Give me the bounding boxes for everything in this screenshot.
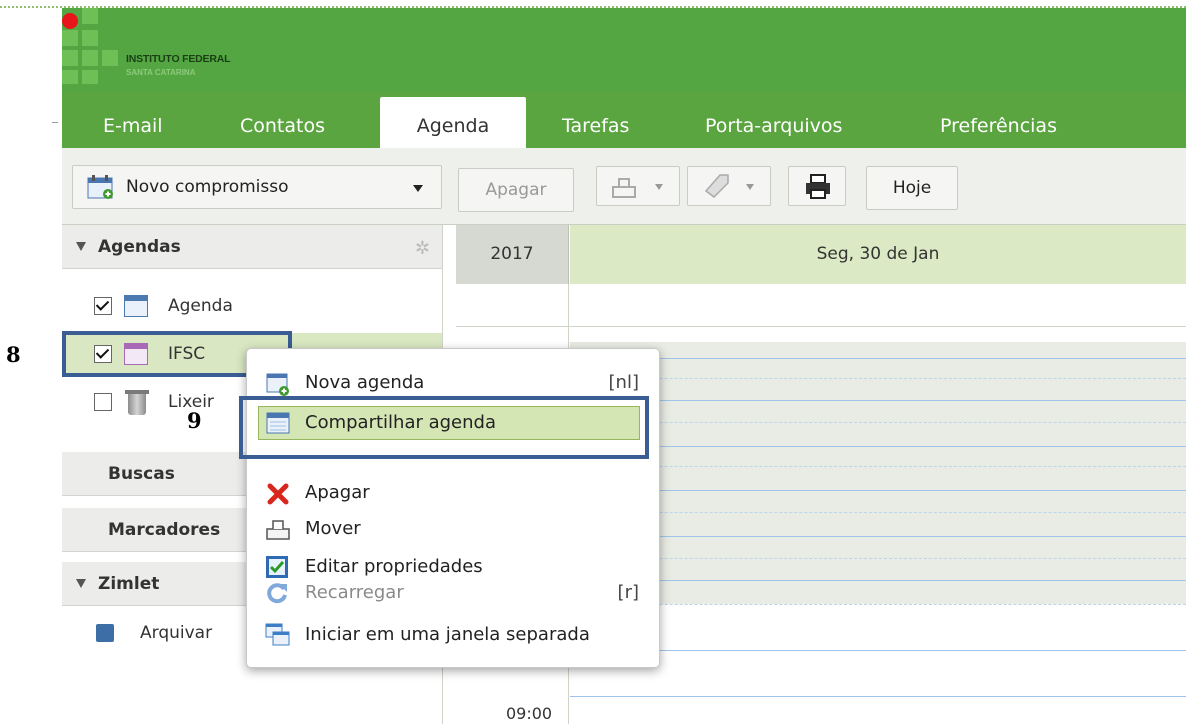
calendar-day-header[interactable]: Seg, 30 de Jan	[570, 225, 1186, 284]
menu-item-label: Recarregar	[305, 582, 404, 603]
calendar-year: 2017	[456, 225, 569, 284]
hour-line	[570, 580, 1186, 581]
sidebar-item-label: Agenda	[168, 296, 233, 316]
callout-number-9: 9	[187, 408, 202, 433]
today-button[interactable]: Hoje	[866, 166, 958, 210]
time-label-0900: 09:00	[506, 704, 553, 723]
tab-tasks[interactable]: Tarefas	[562, 97, 629, 148]
menu-item-shortcut: [r]	[617, 582, 639, 603]
agendas-section-header[interactable]: Agendas ✲	[62, 225, 442, 269]
tags-header-label: Marcadores	[108, 520, 221, 540]
new-appointment-label: Novo compromisso	[126, 177, 289, 197]
hour-line	[570, 536, 1186, 537]
new-window-icon	[265, 623, 290, 646]
sidebar-item-agenda[interactable]: Agenda	[62, 291, 442, 321]
half-hour-line	[570, 558, 1186, 559]
print-button[interactable]	[788, 166, 846, 206]
dropdown-arrow-icon[interactable]	[413, 185, 423, 192]
move-dropdown-button[interactable]	[596, 166, 680, 206]
searches-header-label: Buscas	[108, 464, 175, 484]
tab-agenda[interactable]: Agenda	[380, 97, 526, 148]
gutter-tick	[52, 122, 58, 123]
half-hour-line	[570, 512, 1186, 513]
hour-line	[570, 446, 1186, 447]
agendas-header-label: Agendas	[98, 237, 181, 257]
checkbox-trash[interactable]	[94, 393, 112, 411]
delete-button[interactable]: Apagar	[458, 168, 574, 212]
new-calendar-icon	[266, 373, 289, 396]
printer-icon	[806, 174, 830, 199]
org-name: INSTITUTO FEDERAL	[126, 53, 231, 65]
app-header	[62, 8, 1186, 92]
menu-item-reload[interactable]: Recarregar [r]	[247, 575, 659, 611]
new-appointment-icon	[87, 175, 113, 199]
menu-item-new-window[interactable]: Iniciar em uma janela separada	[247, 617, 659, 653]
hour-line	[570, 358, 1186, 359]
org-subname: SANTA CATARINA	[126, 68, 196, 77]
menu-item-delete[interactable]: Apagar	[247, 475, 659, 511]
half-hour-line	[570, 604, 1186, 605]
trash-icon	[125, 390, 149, 415]
collapse-triangle-icon[interactable]	[76, 242, 86, 251]
tab-briefcase[interactable]: Porta-arquivos	[705, 97, 842, 148]
tab-preferences[interactable]: Preferências	[940, 97, 1057, 148]
menu-item-label: Mover	[305, 518, 361, 539]
delete-x-icon	[267, 483, 289, 505]
annotation-box-share	[239, 396, 649, 459]
day-column-nonworking-hours[interactable]	[570, 342, 1186, 604]
tag-icon	[704, 174, 729, 198]
sidebar-item-label: Arquivar	[140, 623, 213, 643]
hour-line	[570, 400, 1186, 401]
new-appointment-button[interactable]: Novo compromisso	[72, 165, 442, 209]
gear-icon[interactable]: ✲	[415, 227, 430, 271]
menu-item-label: Iniciar em uma janela separada	[305, 624, 590, 645]
collapse-triangle-icon[interactable]	[76, 579, 86, 588]
chevron-down-icon	[655, 184, 663, 190]
ifsc-logo-icon	[62, 8, 118, 84]
move-icon	[266, 520, 290, 540]
checkbox-agenda[interactable]	[94, 297, 112, 315]
move-folder-icon	[612, 178, 636, 198]
tag-dropdown-button[interactable]	[687, 166, 771, 206]
archive-icon	[96, 624, 114, 642]
calendar-icon	[124, 295, 148, 317]
chevron-down-icon	[746, 184, 754, 190]
menu-item-label: Apagar	[305, 482, 370, 503]
half-hour-line	[570, 422, 1186, 423]
menu-item-move[interactable]: Mover	[247, 511, 659, 547]
hour-line	[570, 490, 1186, 491]
tab-contacts[interactable]: Contatos	[240, 97, 325, 148]
zimlet-header-label: Zimlet	[98, 574, 160, 594]
hour-line	[570, 650, 1186, 651]
all-day-row[interactable]	[456, 284, 1186, 327]
callout-number-8: 8	[6, 342, 21, 367]
half-hour-line	[570, 466, 1186, 467]
reload-icon	[267, 583, 287, 604]
half-hour-line	[570, 378, 1186, 379]
tab-email[interactable]: E-mail	[103, 97, 163, 148]
hour-line	[570, 696, 1186, 697]
